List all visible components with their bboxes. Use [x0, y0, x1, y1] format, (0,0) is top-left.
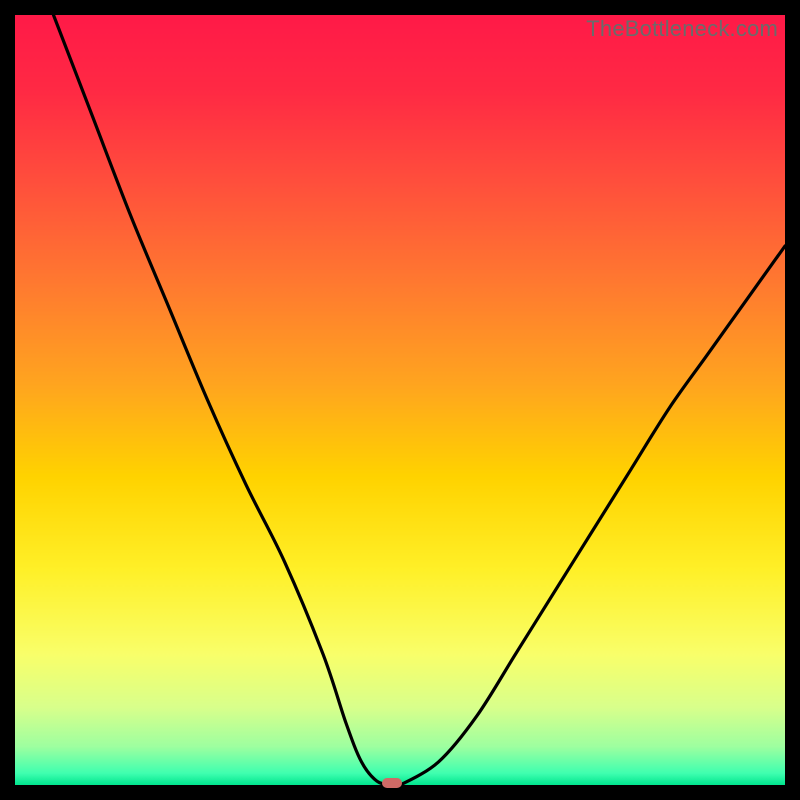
chart-frame — [15, 15, 785, 785]
background-gradient — [15, 15, 785, 785]
